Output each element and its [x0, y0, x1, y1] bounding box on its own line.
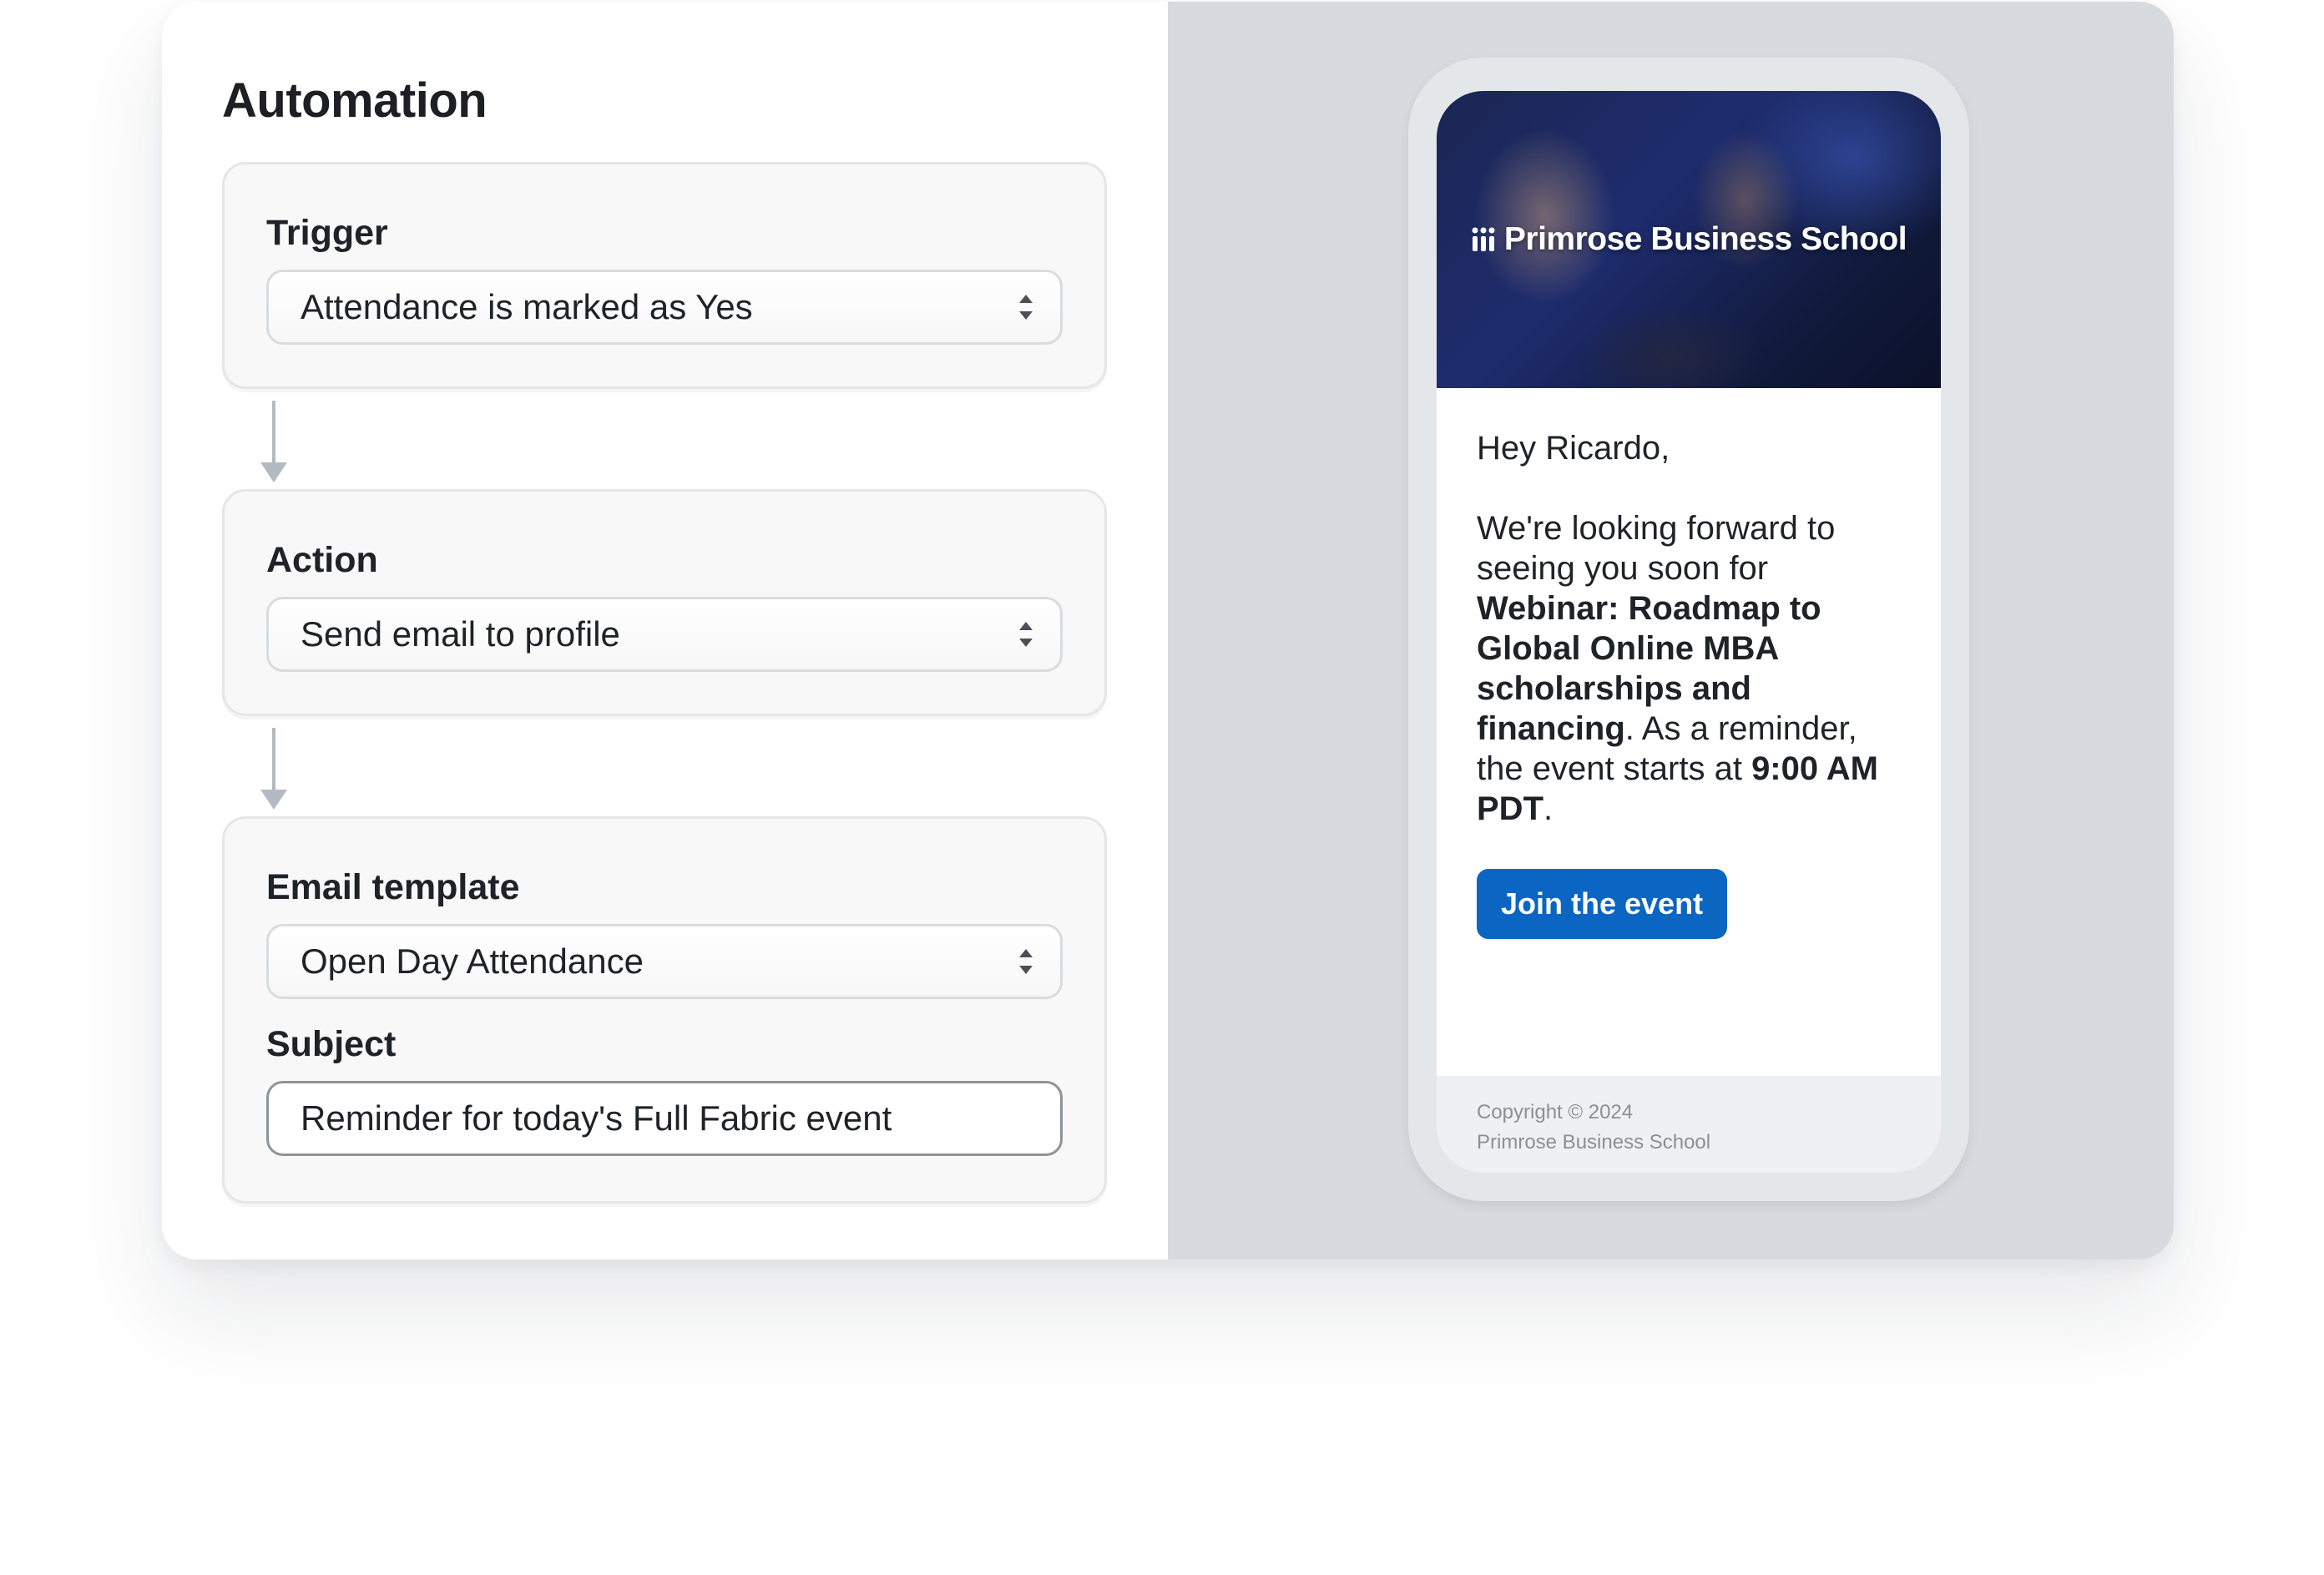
email-step: Email template Open Day Attendance Subje… — [222, 816, 1107, 1204]
arrow-down-icon — [260, 728, 287, 810]
arrow-down-icon — [260, 401, 287, 482]
action-select-value: Send email to profile — [301, 614, 620, 654]
hero-image: Primrose Business School — [1437, 91, 1941, 388]
action-step: Action Send email to profile — [222, 489, 1107, 716]
up-down-chevron-icon — [1019, 949, 1033, 974]
join-event-button[interactable]: Join the event — [1477, 869, 1728, 939]
email-body: Hey Ricardo, We're looking forward to se… — [1437, 388, 1941, 939]
email-message: We're looking forward to seeing you soon… — [1477, 508, 1901, 829]
message-end: . — [1543, 790, 1554, 827]
brand-name: Primrose Business School — [1503, 221, 1907, 257]
trigger-label: Trigger — [266, 213, 388, 253]
email-preview-panel: Primrose Business School Hey Ricardo, We… — [1168, 2, 2174, 1259]
canvas: Automation Trigger Attendance is marked … — [0, 0, 2324, 1575]
trigger-select[interactable]: Attendance is marked as Yes — [266, 270, 1063, 345]
action-select[interactable]: Send email to profile — [266, 597, 1063, 672]
up-down-chevron-icon — [1019, 295, 1033, 320]
automation-panel: Automation Trigger Attendance is marked … — [162, 2, 1168, 1259]
subject-label: Subject — [266, 1024, 397, 1064]
message-intro: We're looking forward to seeing you soon… — [1477, 510, 1836, 587]
email-template-value: Open Day Attendance — [301, 941, 644, 981]
connector-arrow — [222, 389, 306, 489]
action-label: Action — [266, 540, 378, 580]
subject-field[interactable]: Reminder for today's Full Fabric event — [266, 1081, 1063, 1156]
page-title: Automation — [222, 73, 488, 128]
email-template-select[interactable]: Open Day Attendance — [266, 924, 1063, 999]
email-footer: Copyright © 2024 Primrose Business Schoo… — [1437, 1076, 1941, 1173]
trigger-step: Trigger Attendance is marked as Yes — [222, 162, 1107, 389]
footer-school-name: Primrose Business School — [1477, 1131, 1711, 1153]
email-preview: Primrose Business School Hey Ricardo, We… — [1437, 91, 1941, 1173]
footer-copyright: Copyright © 2024 — [1477, 1101, 1634, 1123]
connector-arrow — [222, 716, 306, 816]
email-template-label: Email template — [266, 867, 520, 907]
primrose-logo-icon — [1472, 227, 1495, 251]
trigger-select-value: Attendance is marked as Yes — [301, 287, 753, 326]
up-down-chevron-icon — [1019, 622, 1033, 647]
automation-card: Automation Trigger Attendance is marked … — [162, 2, 2174, 1259]
subject-field-value: Reminder for today's Full Fabric event — [301, 1098, 892, 1138]
phone-frame: Primrose Business School Hey Ricardo, We… — [1408, 58, 1969, 1201]
brand-logo: Primrose Business School — [1471, 221, 1907, 258]
email-greeting: Hey Ricardo, — [1477, 430, 1670, 467]
